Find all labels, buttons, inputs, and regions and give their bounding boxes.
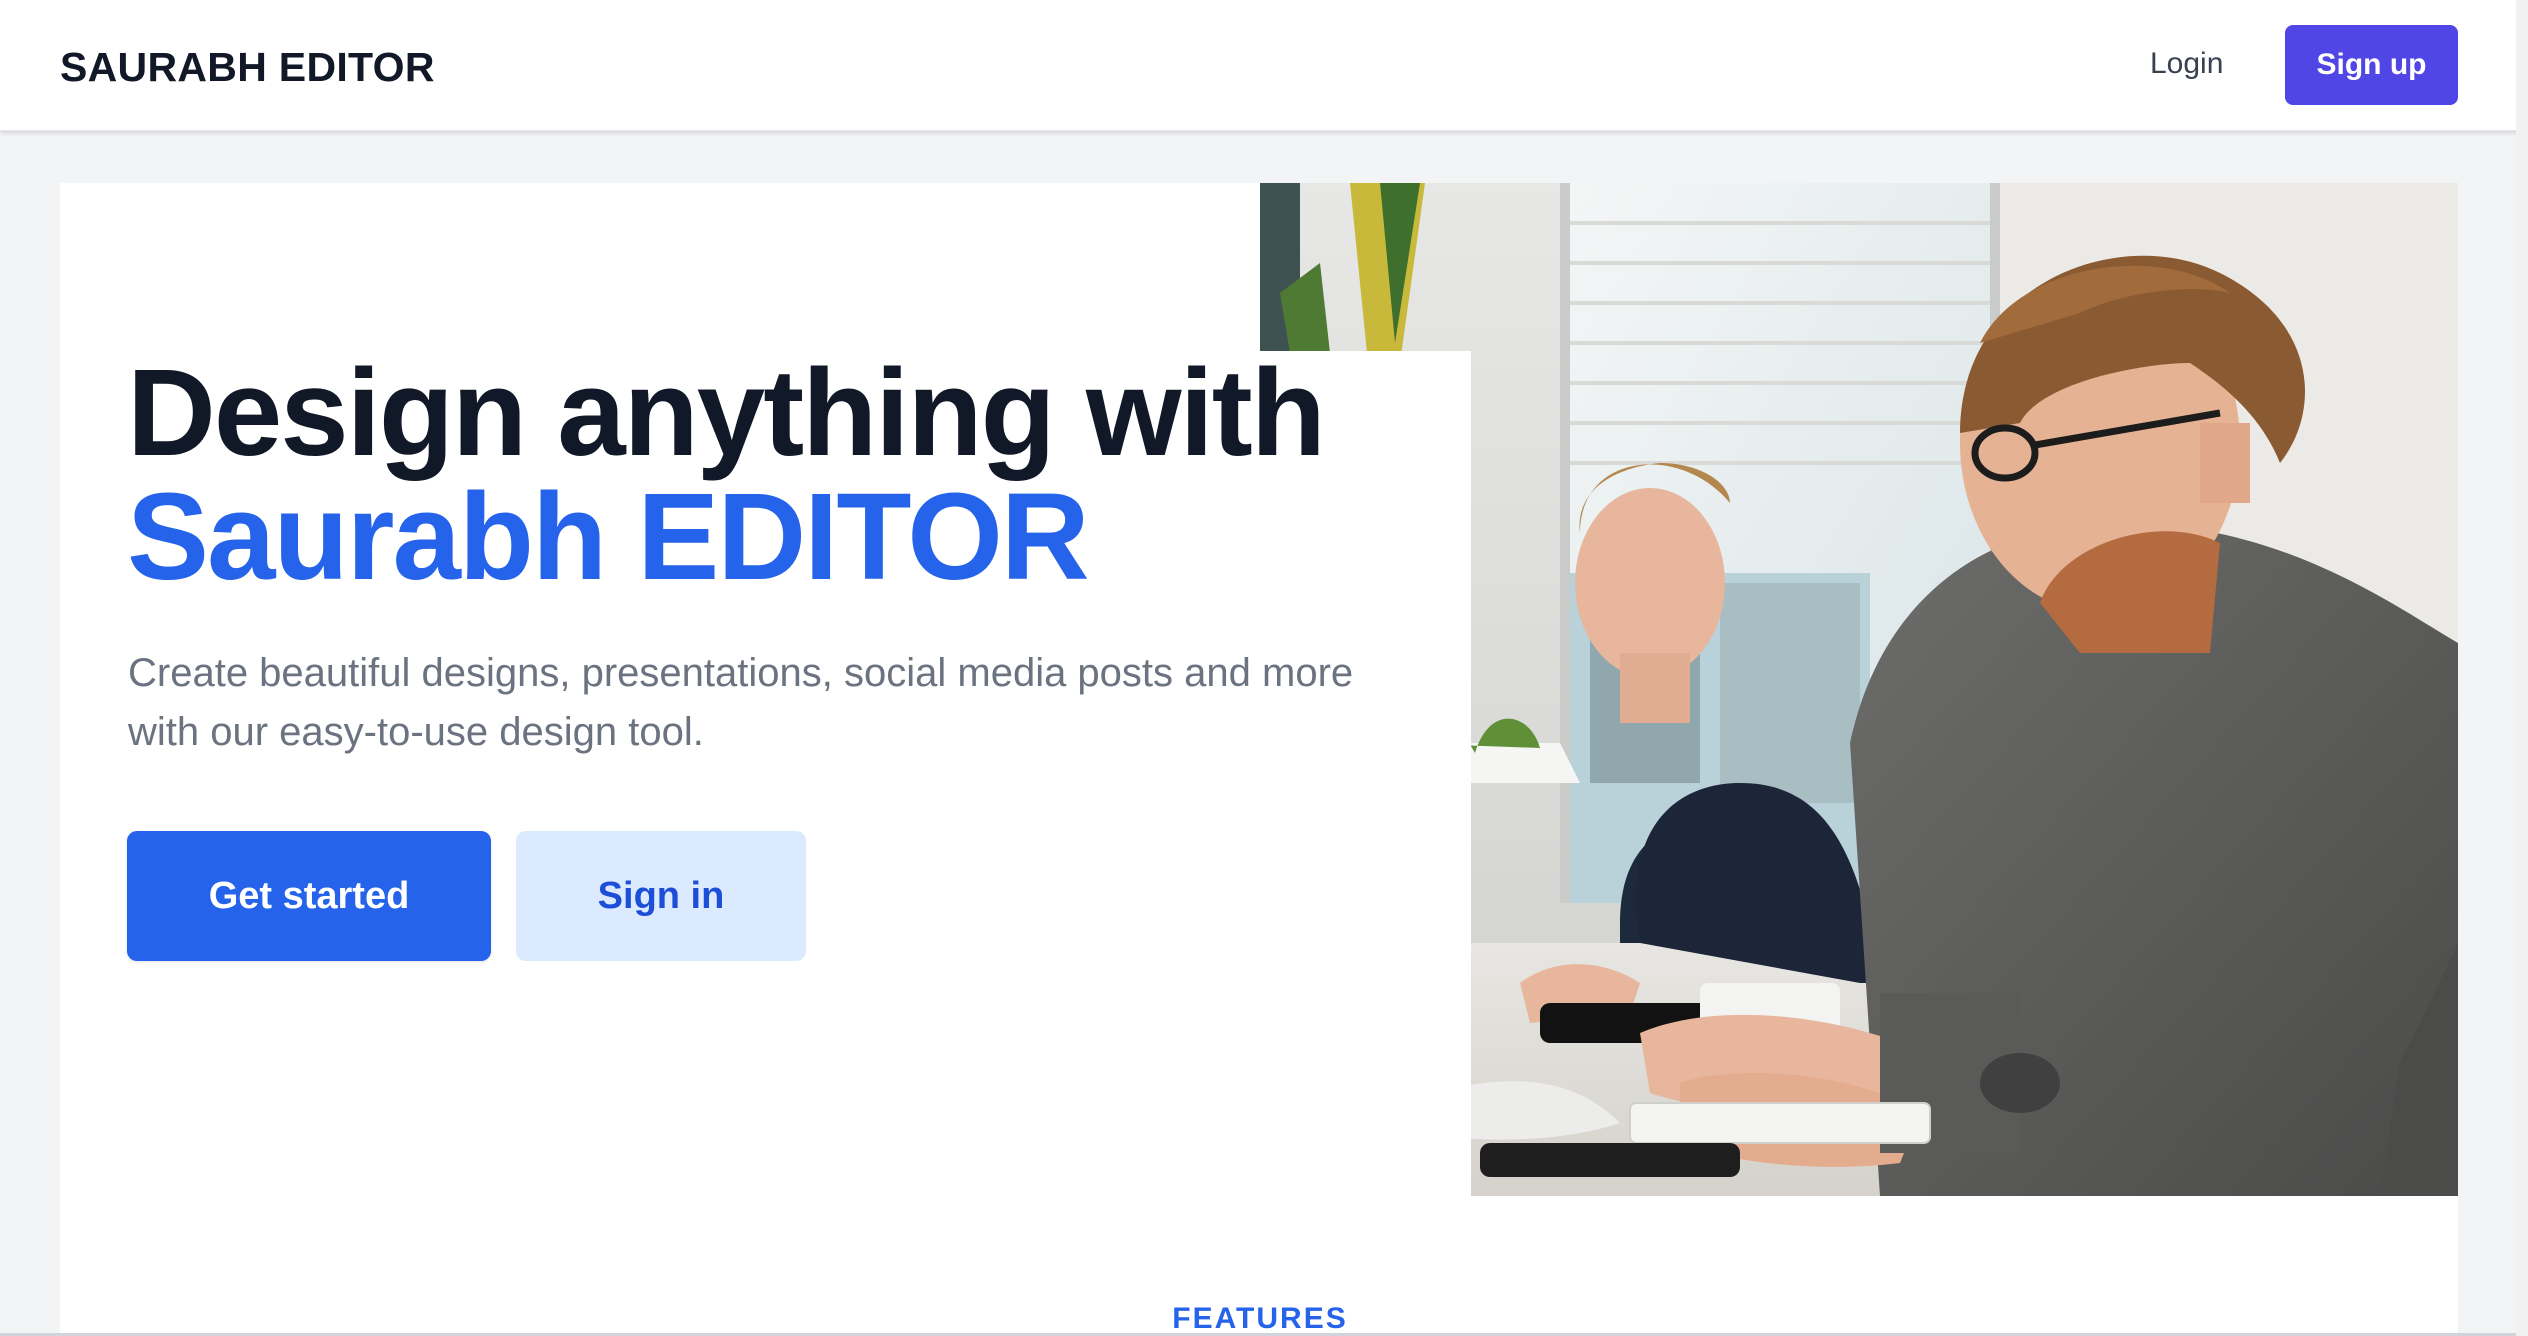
get-started-button[interactable]: Get started (127, 831, 491, 961)
hero-headline-line1: Design anything with (127, 345, 1326, 482)
brand-logo-text[interactable]: SAURABH EDITOR (60, 44, 435, 91)
hero-headline-line2: Saurabh EDITOR (127, 469, 1090, 606)
page-scrollbar[interactable] (2516, 0, 2528, 1336)
hero-headline: Design anything with Saurabh EDITOR (127, 352, 1427, 600)
sign-in-button[interactable]: Sign in (516, 831, 806, 961)
features-eyebrow: FEATURES (1172, 1302, 1348, 1335)
top-navbar: SAURABH EDITOR Login Sign up (0, 0, 2528, 131)
signup-button[interactable]: Sign up (2285, 25, 2458, 105)
hero-subtext: Create beautiful designs, presentations,… (128, 651, 1354, 754)
login-link[interactable]: Login (2150, 47, 2223, 81)
